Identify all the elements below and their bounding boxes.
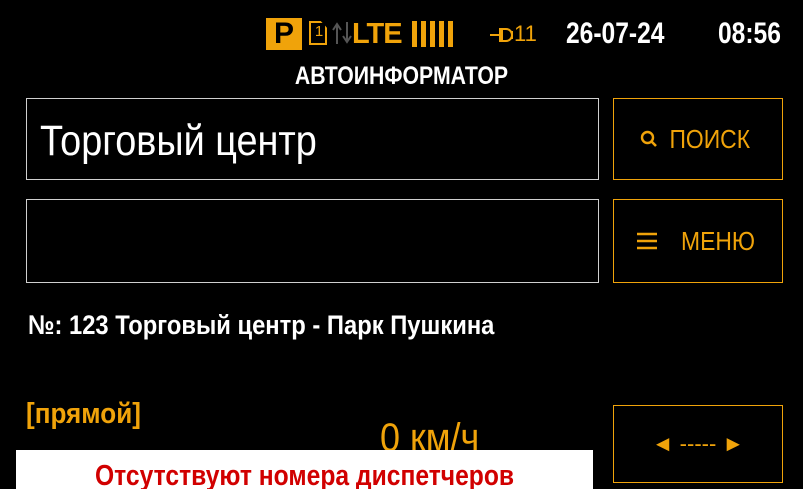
status-bar: P 1 LTE 11 26-07-24 08:56 [0,0,803,56]
search-button-label: ПОИСК [669,123,751,154]
current-stop-name: Торговый центр [40,117,317,165]
notification-text: Отсутствуют номера диспетчеров [94,460,515,489]
satellite-icon [490,28,513,43]
direction-switch-button[interactable]: ◄ ----- ► [613,405,783,483]
menu-button-label: МЕНЮ [681,225,755,256]
menu-button[interactable]: МЕНЮ [613,199,783,283]
search-icon [641,130,658,147]
data-transfer-icon [332,22,352,44]
signal-strength-icon [412,21,460,47]
network-type: LTE [352,18,403,50]
search-button[interactable]: ПОИСК [613,98,783,180]
date: 26-07-24 [566,17,665,50]
satellite-indicator: 11 [488,18,537,50]
direction-label: [прямой] [26,398,141,430]
parking-badge: P [266,18,302,50]
page-title: АВТОИНФОРМАТОР [294,62,509,90]
next-stop-panel [26,199,599,283]
route-info: №: 123 Торговый центр - Парк Пушкина [28,310,495,340]
notification-toast: Отсутствуют номера диспетчеров [16,450,593,489]
sim-slot-number: 1 [314,23,324,40]
time: 08:56 [718,17,781,50]
menu-icon [636,232,657,250]
satellite-count: 11 [514,21,537,46]
direction-switch-label: ◄ ----- ► [651,431,745,456]
